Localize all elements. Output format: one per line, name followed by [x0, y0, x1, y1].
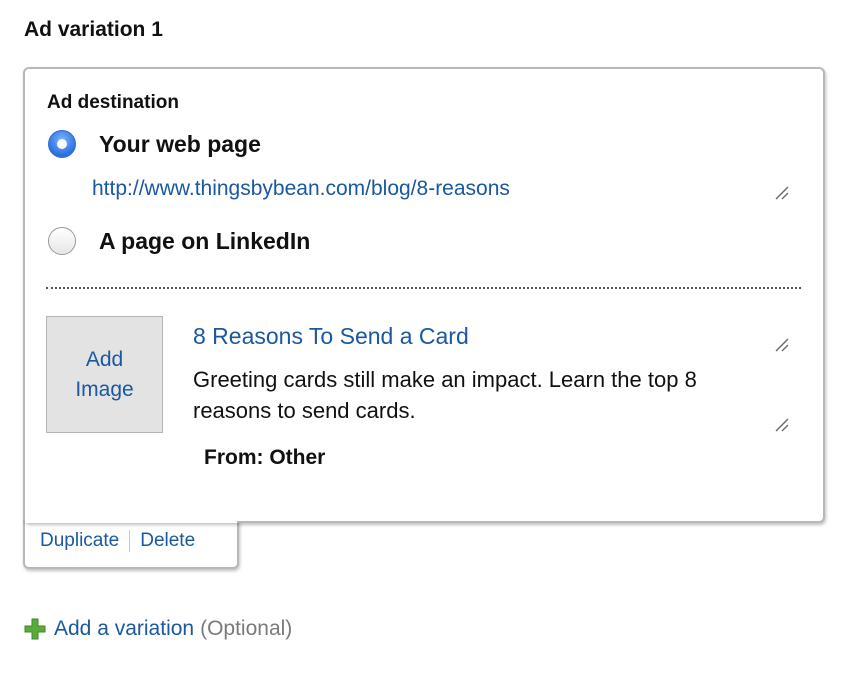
radio-button-unchecked[interactable] [48, 227, 76, 255]
ad-headline-field[interactable]: 8 Reasons To Send a Card [193, 323, 469, 350]
dotted-divider [46, 287, 801, 289]
ad-destination-label: Ad destination [47, 92, 179, 113]
destination-url-field[interactable] [88, 170, 800, 208]
delete-link[interactable]: Delete [140, 530, 195, 552]
resize-grip-icon[interactable] [774, 338, 790, 352]
ad-description-field[interactable]: Greeting cards still make an impact. Lea… [193, 364, 763, 426]
radio-option-your-web-page[interactable]: Your web page [48, 130, 261, 158]
ad-variation-panel: Ad variation 1 Ad destination Your web p… [0, 0, 847, 679]
tab-actions: Duplicate Delete [40, 530, 195, 552]
radio-label-your-web-page: Your web page [99, 130, 261, 157]
optional-label: (Optional) [200, 617, 293, 640]
add-image-button[interactable]: Add Image [46, 316, 163, 433]
add-variation-row[interactable]: Add a variation (Optional) [24, 617, 292, 641]
radio-button-checked[interactable] [48, 130, 76, 158]
resize-grip-icon[interactable] [774, 418, 790, 432]
radio-option-linkedin-page[interactable]: A page on LinkedIn [48, 227, 310, 255]
section-title: Ad variation 1 [24, 18, 163, 41]
duplicate-link[interactable]: Duplicate [40, 530, 119, 552]
green-plus-icon[interactable] [24, 618, 46, 640]
ad-from-label: From: Other [204, 446, 326, 469]
resize-grip-icon[interactable] [774, 186, 790, 200]
add-variation-link[interactable]: Add a variation [54, 617, 194, 641]
separator [129, 530, 131, 552]
radio-label-linkedin-page: A page on LinkedIn [99, 227, 311, 254]
